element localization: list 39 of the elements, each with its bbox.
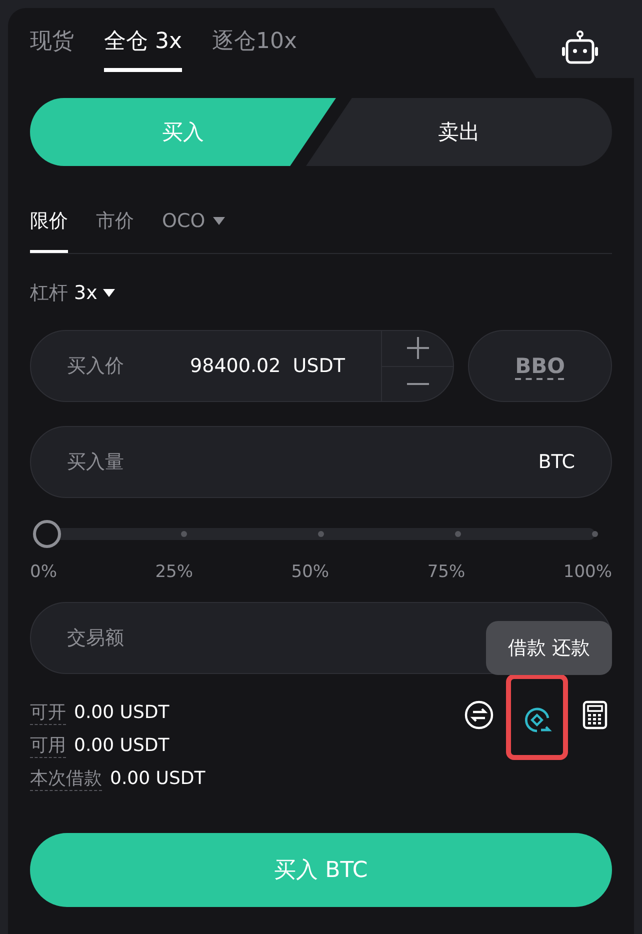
leverage-label: 杠杆 (30, 281, 68, 306)
coin-cycle-icon (522, 705, 552, 735)
account-tab[interactable]: 现货 (30, 26, 74, 72)
slider[interactable] (33, 520, 595, 548)
info-value: 0.00 USDT (110, 768, 206, 789)
price-value: 98400.02 USDT (190, 355, 345, 377)
field-label: 买入量 (67, 450, 124, 475)
order-type-tab[interactable]: OCO (162, 208, 226, 253)
info-value: 0.00 USDT (74, 735, 170, 756)
account-tab[interactable]: 全仓 3x (104, 26, 182, 72)
slider-thumb[interactable] (33, 520, 61, 548)
field-label: 交易额 (67, 626, 124, 651)
calculator-icon (582, 700, 608, 730)
leverage-value[interactable]: 3x (74, 282, 98, 304)
bbo-button[interactable]: BBO (468, 330, 612, 402)
info-label: 可开 (30, 700, 66, 725)
minus-icon (406, 382, 428, 386)
plus-icon (406, 337, 428, 360)
side-toggle-button[interactable]: 卖出 (306, 98, 612, 166)
unit-label: BTC (538, 451, 575, 473)
tooltip: 借款 还款 (486, 621, 612, 675)
price-field[interactable]: 买入价 98400.02 USDT (30, 330, 454, 402)
order-type-tab[interactable]: 限价 (30, 208, 68, 253)
info-value: 0.00 USDT (74, 702, 170, 723)
robot-icon[interactable] (560, 30, 600, 66)
percent-mark: 25% (155, 562, 194, 582)
percent-mark: 0% (30, 562, 57, 582)
account-tab[interactable]: 逐仓10x (212, 26, 298, 72)
info-label: 本次借款 (30, 766, 102, 791)
percent-mark: 100% (563, 562, 612, 582)
amount-field[interactable]: 买入量 BTC (30, 426, 612, 498)
percent-mark: 75% (427, 562, 466, 582)
highlighted-tool-button[interactable] (506, 674, 568, 760)
order-type-tab[interactable]: 市价 (96, 208, 134, 253)
percent-mark: 50% (291, 562, 330, 582)
caret-icon (103, 289, 116, 297)
info-label: 可用 (30, 733, 66, 758)
field-label: 买入价 (67, 354, 124, 379)
swap-icon (464, 700, 494, 730)
